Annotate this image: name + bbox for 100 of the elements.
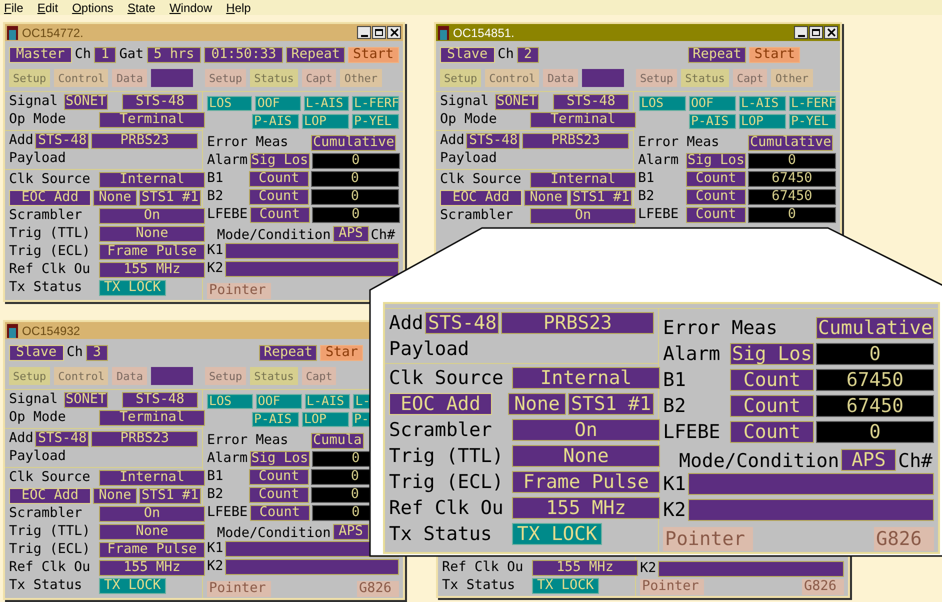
- option-button[interactable]: Sig Los: [686, 153, 746, 169]
- repeat-button[interactable]: Repeat: [286, 47, 346, 63]
- option-button[interactable]: SONET: [64, 94, 108, 110]
- action-button[interactable]: EOC Add: [389, 393, 492, 415]
- repeat-button[interactable]: Repeat: [688, 47, 746, 63]
- option-button[interactable]: Frame Pulse: [99, 542, 205, 558]
- option-button[interactable]: Terminal: [99, 410, 205, 426]
- option-button[interactable]: Sig Los: [250, 451, 310, 467]
- option-button[interactable]: STS1 #1: [568, 393, 654, 415]
- option-button[interactable]: STS-48: [35, 133, 90, 149]
- option-button[interactable]: 155 MHz: [512, 497, 660, 519]
- option-button[interactable]: 3: [86, 345, 108, 361]
- option-button[interactable]: Cumula: [311, 433, 364, 449]
- option-button[interactable]: STS-48: [466, 133, 520, 149]
- option-button[interactable]: 155 MHz: [99, 262, 205, 278]
- field-label: Tx Status: [9, 579, 84, 593]
- option-button[interactable]: 155 MHz: [99, 560, 205, 576]
- option-button[interactable]: Terminal: [530, 112, 636, 128]
- menu-item[interactable]: Edit: [37, 2, 58, 14]
- option-button[interactable]: 01:50:33: [204, 47, 284, 63]
- option-button[interactable]: STS-48: [425, 312, 500, 334]
- option-button[interactable]: Count: [249, 171, 309, 187]
- option-button[interactable]: PRBS23: [91, 133, 198, 149]
- option-button[interactable]: Count: [686, 171, 746, 187]
- minimize-button[interactable]: [357, 26, 371, 39]
- option-button[interactable]: Count: [249, 189, 309, 205]
- option-button[interactable]: Count: [249, 487, 309, 503]
- option-button[interactable]: Internal: [99, 470, 205, 486]
- option-button[interactable]: SONET: [64, 392, 108, 408]
- option-button[interactable]: Internal: [99, 172, 205, 188]
- option-button[interactable]: Count: [730, 369, 814, 391]
- option-button[interactable]: STS-48: [35, 431, 90, 447]
- action-button[interactable]: Slave: [440, 47, 495, 63]
- option-button[interactable]: STS-48: [122, 94, 198, 110]
- option-button[interactable]: STS1 #1: [139, 488, 201, 504]
- option-button[interactable]: Count: [730, 421, 814, 443]
- option-button[interactable]: Frame Pulse: [99, 244, 205, 260]
- field-label: K2: [640, 562, 656, 576]
- option-button[interactable]: Count: [686, 207, 746, 223]
- option-button[interactable]: Internal: [530, 172, 636, 188]
- option-button[interactable]: On: [99, 506, 205, 522]
- option-button[interactable]: None: [99, 524, 205, 540]
- menu-item[interactable]: File: [4, 2, 24, 14]
- start-button[interactable]: Start: [348, 47, 399, 63]
- option-button[interactable]: On: [99, 208, 205, 224]
- action-button[interactable]: Master: [9, 47, 72, 63]
- option-button[interactable]: 1: [94, 47, 116, 63]
- start-button[interactable]: Star: [320, 345, 363, 361]
- option-button[interactable]: None: [99, 226, 205, 242]
- menu-item[interactable]: State: [127, 2, 156, 14]
- action-button[interactable]: Slave: [9, 345, 64, 361]
- menu-item[interactable]: Help: [226, 2, 251, 14]
- option-button[interactable]: SONET: [494, 94, 539, 110]
- option-button[interactable]: Terminal: [99, 112, 205, 128]
- field-label: B1: [638, 172, 654, 186]
- option-button[interactable]: 5 hrs: [146, 47, 202, 63]
- option-button[interactable]: STS-48: [122, 392, 198, 408]
- option-button[interactable]: Cumulative: [816, 317, 934, 339]
- option-button[interactable]: On: [530, 208, 636, 224]
- option-button[interactable]: STS-48: [553, 94, 629, 110]
- option-button[interactable]: Frame Pulse: [512, 471, 660, 493]
- option-button[interactable]: PRBS23: [91, 431, 198, 447]
- maximize-button[interactable]: [372, 26, 386, 39]
- option-button[interactable]: PRBS23: [501, 312, 654, 334]
- close-button[interactable]: [387, 26, 401, 39]
- menu-item[interactable]: Window: [169, 2, 212, 14]
- option-button[interactable]: Cumulative: [748, 135, 834, 151]
- option-button[interactable]: Count: [249, 469, 309, 485]
- option-button[interactable]: STS1 #1: [139, 190, 201, 206]
- option-button[interactable]: On: [512, 419, 660, 441]
- option-button[interactable]: Cumulative: [311, 135, 396, 151]
- option-button[interactable]: 155 MHz: [532, 560, 638, 576]
- option-button[interactable]: Count: [250, 207, 310, 223]
- option-button[interactable]: Count: [686, 189, 746, 205]
- option-button[interactable]: APS: [841, 449, 896, 471]
- maximize-button[interactable]: [809, 26, 823, 39]
- option-button[interactable]: Sig Los: [250, 153, 310, 169]
- option-button[interactable]: APS: [332, 226, 369, 242]
- action-button[interactable]: EOC Add: [9, 488, 91, 504]
- action-button[interactable]: EOC Add: [9, 190, 91, 206]
- option-button[interactable]: None: [524, 190, 568, 206]
- option-button[interactable]: None: [508, 393, 566, 415]
- option-button[interactable]: PRBS23: [522, 133, 629, 149]
- option-button[interactable]: Sig Los: [730, 343, 814, 365]
- option-button[interactable]: Internal: [512, 367, 660, 389]
- close-button[interactable]: [824, 26, 838, 39]
- option-button[interactable]: None: [93, 488, 137, 504]
- menu-item[interactable]: Options: [72, 2, 114, 14]
- option-button[interactable]: APS: [332, 524, 369, 540]
- start-button[interactable]: Start: [749, 47, 800, 63]
- option-button[interactable]: 2: [516, 47, 540, 63]
- option-button[interactable]: None: [93, 190, 137, 206]
- minimize-button[interactable]: [794, 26, 808, 39]
- option-button[interactable]: None: [512, 445, 660, 467]
- option-button[interactable]: Count: [730, 395, 814, 417]
- action-button[interactable]: EOC Add: [440, 190, 522, 206]
- repeat-button[interactable]: Repeat: [258, 345, 318, 361]
- option-button[interactable]: Count: [250, 505, 310, 521]
- field-label: Signal: [9, 95, 58, 109]
- option-button[interactable]: STS1 #1: [570, 190, 632, 206]
